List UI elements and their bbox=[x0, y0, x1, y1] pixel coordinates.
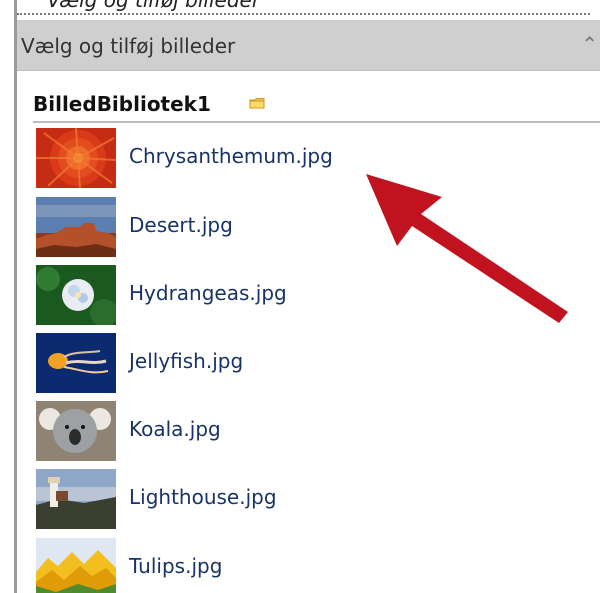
panel-title: Vælg og tilføj billeder bbox=[21, 34, 236, 58]
item-label[interactable]: Jellyfish.jpg bbox=[129, 349, 243, 373]
dotted-separator bbox=[17, 13, 590, 15]
library-name: BilledBibliotek1 bbox=[33, 92, 211, 116]
item-label[interactable]: Tulips.jpg bbox=[129, 554, 222, 578]
panel-left-border bbox=[14, 0, 17, 593]
list-item[interactable]: Lighthouse.jpg bbox=[36, 469, 576, 529]
panel-header[interactable]: Vælg og tilføj billeder ⌃ bbox=[17, 20, 600, 71]
library-header: BilledBibliotek1 bbox=[33, 92, 600, 122]
koala-thumbnail[interactable] bbox=[36, 401, 116, 461]
double-chevron-up-icon[interactable]: ⌃ bbox=[581, 34, 598, 54]
image-picker-panel: Vælg og tilføj billeder Vælg og tilføj b… bbox=[0, 0, 600, 593]
jellyfish-thumbnail[interactable] bbox=[36, 333, 116, 393]
list-item[interactable]: Koala.jpg bbox=[36, 401, 576, 461]
item-label[interactable]: Desert.jpg bbox=[129, 213, 233, 237]
item-label[interactable]: Hydrangeas.jpg bbox=[129, 281, 287, 305]
list-item[interactable]: Hydrangeas.jpg bbox=[36, 265, 576, 325]
tulips-thumbnail[interactable] bbox=[36, 538, 116, 593]
top-cropped-area: Vælg og tilføj billeder bbox=[17, 0, 600, 18]
list-item[interactable]: Chrysanthemum.jpg bbox=[36, 128, 576, 188]
lighthouse-thumbnail[interactable] bbox=[36, 469, 116, 529]
list-item[interactable]: Tulips.jpg bbox=[36, 538, 576, 593]
hydrangeas-thumbnail[interactable] bbox=[36, 265, 116, 325]
folder-icon bbox=[249, 98, 265, 109]
chrysanthemum-thumbnail[interactable] bbox=[36, 128, 116, 188]
item-label[interactable]: Koala.jpg bbox=[129, 417, 221, 441]
top-cropped-text: Vælg og tilføj billeder bbox=[47, 0, 261, 12]
desert-thumbnail[interactable] bbox=[36, 197, 116, 257]
item-label[interactable]: Chrysanthemum.jpg bbox=[129, 144, 333, 168]
library-separator bbox=[33, 121, 600, 123]
item-label[interactable]: Lighthouse.jpg bbox=[129, 485, 277, 509]
list-item[interactable]: Jellyfish.jpg bbox=[36, 333, 576, 393]
list-item[interactable]: Desert.jpg bbox=[36, 197, 576, 257]
